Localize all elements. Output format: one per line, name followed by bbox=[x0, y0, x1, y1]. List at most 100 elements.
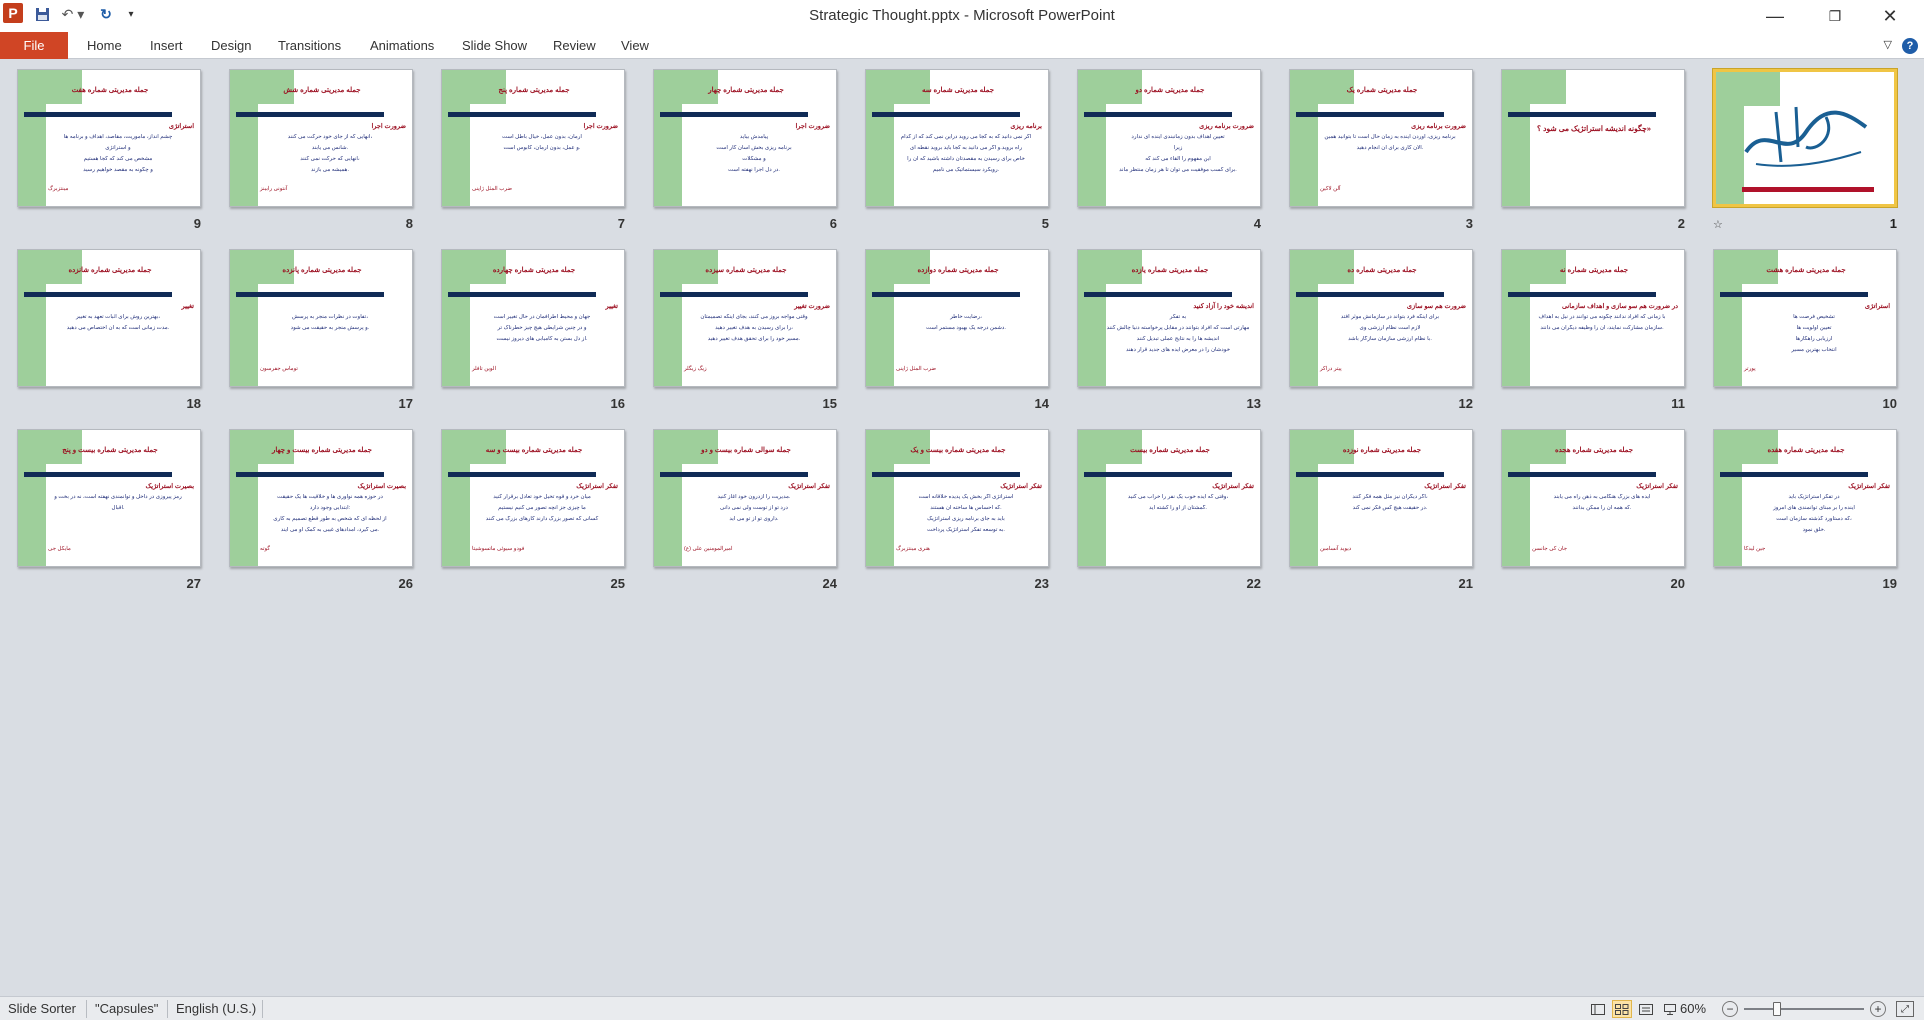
slide-frame: جمله مدیریتی شماره سیزده ضرورت تغییر وقتی … bbox=[653, 249, 837, 387]
slide-thumbnail[interactable]: جمله مدیریتی شماره دوازده رضایت خاطر، دشمن… bbox=[865, 249, 1049, 411]
slide-number: 1 bbox=[1889, 216, 1897, 231]
slide-thumbnail[interactable]: جمله مدیریتی شماره سیزده ضرورت تغییر وقتی … bbox=[653, 249, 837, 411]
slide-thumbnail[interactable]: جمله مدیریتی شماره ده ضرورت هم سو سازی برا… bbox=[1289, 249, 1473, 411]
slide-thumbnail[interactable]: جمله مدیریتی شماره یک ضرورت برنامه ریزی بر… bbox=[1289, 69, 1473, 231]
slide-thumbnail[interactable]: جمله مدیریتی شماره بیست و چهار بصیرت استر… bbox=[229, 429, 413, 591]
tab-view[interactable]: View bbox=[621, 38, 649, 53]
slide-thumbnail[interactable]: جمله مدیریتی شماره سه برنامه ریزی اگر نمی … bbox=[865, 69, 1049, 231]
slide-thumbnail[interactable]: جمله مدیریتی شماره هفده تفکر استراتژیک در … bbox=[1713, 429, 1897, 591]
zoom-out-button[interactable]: − bbox=[1722, 1001, 1738, 1017]
slide-text-line: رویکرد سیستماتیک می نامیم. bbox=[932, 167, 1000, 173]
slide-text-line: با نظام ارزشی سازمان سازگار باشد. bbox=[1348, 336, 1432, 342]
tab-home[interactable]: Home bbox=[87, 38, 122, 53]
tab-file[interactable]: File bbox=[0, 32, 68, 59]
slide-title: جمله مدیریتی شماره بیست و چهار bbox=[271, 447, 373, 454]
slide-text-line: برنامه ریزی بخش آسان کار است bbox=[716, 145, 792, 151]
slide-thumbnail[interactable]: جمله مدیریتی شماره نوزده تفکر استراتژیک اگ… bbox=[1289, 429, 1473, 591]
slide-thumbnail[interactable]: جمله مدیریتی شماره هجده تفکر استراتژیک اید… bbox=[1501, 429, 1685, 591]
slide-thumbnail[interactable]: جمله مدیریتی شماره پنج ضرورت اجرا آرمان، ب… bbox=[441, 69, 625, 231]
navy-divider bbox=[660, 472, 808, 477]
slide-author: جین لیدکا bbox=[1744, 546, 1766, 552]
tab-animations[interactable]: Animations bbox=[370, 38, 434, 53]
reading-view-icon[interactable] bbox=[1636, 1000, 1656, 1018]
slide-number: 5 bbox=[1041, 216, 1049, 231]
green-accent bbox=[230, 284, 258, 386]
ribbon-tabs: File Home Insert Design Transitions Anim… bbox=[0, 31, 1924, 59]
help-icon[interactable]: ? bbox=[1902, 38, 1918, 54]
slide-thumbnail[interactable]: جمله مدیریتی شماره یازده اندیشه خود را آز… bbox=[1077, 249, 1261, 411]
tab-design[interactable]: Design bbox=[211, 38, 251, 53]
slide-title: جمله مدیریتی شماره بیست bbox=[1130, 447, 1210, 454]
slide-text-line: رضایت خاطر، bbox=[950, 314, 982, 320]
slide-text-line: برای کسب موفقیت می توان تا هر زمان منتظر… bbox=[1119, 167, 1237, 173]
slide-transition-icon[interactable]: ☆ bbox=[1713, 218, 1723, 231]
slide-thumbnail[interactable]: جمله مدیریتی شماره نه در ضرورت هم سو سازی… bbox=[1501, 249, 1685, 411]
slide-text-line: میان خرد و قوه تخیل خود تعادل برقرار کنی… bbox=[493, 494, 591, 500]
slide-text-line: همیشه می بازند. bbox=[311, 167, 349, 173]
slide-author: مینتزبرگ bbox=[48, 186, 69, 192]
slide-number: 13 bbox=[1246, 396, 1261, 411]
zoom-slider-track[interactable] bbox=[1744, 1008, 1864, 1010]
navy-divider bbox=[24, 292, 172, 297]
zoom-level[interactable]: 60% bbox=[1680, 1001, 1706, 1016]
navy-divider bbox=[448, 472, 596, 477]
slide-thumbnail[interactable]: جمله مدیریتی شماره چهار ضرورت اجرا پیامدش … bbox=[653, 69, 837, 231]
slide-thumbnail[interactable]: جمله مدیریتی شماره هشت استراتژی تشخیص فرصت… bbox=[1713, 249, 1897, 411]
slide-thumbnail[interactable]: جمله مدیریتی شماره بیست و سه تفکر استراتژ… bbox=[441, 429, 625, 591]
status-language[interactable]: English (U.S.) bbox=[176, 1001, 256, 1016]
navy-divider bbox=[236, 292, 384, 297]
slide-thumbnail[interactable]: جمله مدیریتی شماره بیست و یک تفکر استراتژ… bbox=[865, 429, 1049, 591]
slide-frame: جمله مدیریتی شماره دوازده رضایت خاطر، دشمن… bbox=[865, 249, 1049, 387]
slide-frame bbox=[1713, 69, 1897, 207]
slide-thumbnail[interactable]: جمله مدیریتی شماره چهارده تغییر جهان و محی… bbox=[441, 249, 625, 411]
slide-thumbnail[interactable]: 1 ☆ bbox=[1713, 69, 1897, 231]
slide-frame: جمله مدیریتی شماره بیست و چهار بصیرت استر… bbox=[229, 429, 413, 567]
close-button[interactable]: ✕ bbox=[1870, 4, 1910, 28]
zoom-slider-thumb[interactable] bbox=[1773, 1002, 1782, 1016]
slide-text-line: شانس می یابند. bbox=[311, 145, 349, 151]
slide-thumbnail[interactable]: جمله سوالی شماره بیست و دو تفکر استراتژیک… bbox=[653, 429, 837, 591]
slide-text-line: در تفکر استراتژیک باید bbox=[1788, 494, 1840, 500]
tab-review[interactable]: Review bbox=[553, 38, 596, 53]
slide-subtitle: در ضرورت هم سو سازی و اهداف سازمانی bbox=[1562, 303, 1678, 310]
slide-thumbnail[interactable]: جمله مدیریتی شماره دو ضرورت برنامه ریزی تع… bbox=[1077, 69, 1261, 231]
slide-thumbnail[interactable]: جمله مدیریتی شماره بیست تفکر استراتژیک وقت… bbox=[1077, 429, 1261, 591]
slide-author: جان کی جانسن bbox=[1532, 546, 1568, 552]
zoom-in-button[interactable]: + bbox=[1870, 1001, 1886, 1017]
slide-thumbnail[interactable]: جمله مدیریتی شماره بیست و پنج بصیرت استرا… bbox=[17, 429, 201, 591]
slide-title: جمله سوالی شماره بیست و دو bbox=[701, 447, 791, 454]
slide-title: جمله مدیریتی شماره سه bbox=[921, 87, 995, 94]
slide-sorter-view-icon[interactable] bbox=[1612, 1000, 1632, 1018]
normal-view-icon[interactable] bbox=[1588, 1000, 1608, 1018]
slide-thumbnail[interactable]: چگونه اندیشه استراتژیک می شود ؟» 2 bbox=[1501, 69, 1685, 231]
tab-insert[interactable]: Insert bbox=[150, 38, 183, 53]
restore-button[interactable]: ❐ bbox=[1815, 4, 1855, 28]
slide-number: 24 bbox=[822, 576, 837, 591]
fit-to-window-icon[interactable]: ⤢ bbox=[1896, 1001, 1914, 1017]
slide-frame: جمله مدیریتی شماره یک ضرورت برنامه ریزی بر… bbox=[1289, 69, 1473, 207]
slide-thumbnail[interactable]: جمله مدیریتی شماره پانزده تفاوت در نظرات … bbox=[229, 249, 413, 411]
calligraphy-image bbox=[1744, 106, 1868, 167]
slide-frame: جمله مدیریتی شماره بیست و پنج بصیرت استرا… bbox=[17, 429, 201, 567]
slide-show-view-icon[interactable] bbox=[1660, 1000, 1680, 1018]
slide-author: آنتونی رابینز bbox=[260, 186, 288, 192]
slide-thumbnail[interactable]: جمله مدیریتی شماره هفت استراتژی چشم انداز،… bbox=[17, 69, 201, 231]
minimize-button[interactable]: — bbox=[1755, 4, 1795, 28]
slide-thumbnail[interactable]: جمله مدیریتی شماره شش ضرورت اجرا آنهایی که… bbox=[229, 69, 413, 231]
green-accent bbox=[18, 284, 46, 386]
slide-text-line: کسانی که تصور بزرگ دارند کارهای بزرگ می … bbox=[485, 516, 599, 522]
tab-slide-show[interactable]: Slide Show bbox=[462, 38, 527, 53]
slide-number: 2 bbox=[1677, 216, 1685, 231]
slide-thumbnail[interactable]: جمله مدیریتی شماره شانزده تغییر بهترین روش… bbox=[17, 249, 201, 411]
slide-text-line: مدت زمانی است که به آن اختصاص می دهید. bbox=[66, 325, 170, 331]
minimize-ribbon-icon[interactable]: ▽ bbox=[1884, 38, 1892, 54]
status-theme-name[interactable]: "Capsules" bbox=[95, 1001, 158, 1016]
slide-text-line: آنهایی که از جای خود حرکت می کنند، bbox=[287, 134, 373, 140]
tab-transitions[interactable]: Transitions bbox=[278, 38, 341, 53]
slide-text-line: برنامه ریزی، آوردن آینده به زمان حال است… bbox=[1324, 134, 1456, 140]
slide-frame: چگونه اندیشه استراتژیک می شود ؟» bbox=[1501, 69, 1685, 207]
slide-text-line: وقتی که ایده خوب یک نفر را خراب می کنید، bbox=[1127, 494, 1229, 500]
slide-frame: جمله مدیریتی شماره یازده اندیشه خود را آز… bbox=[1077, 249, 1261, 387]
slide-number: 9 bbox=[193, 216, 201, 231]
slide-text-line: از دل بستن به کامیابی های دیروز نیست. bbox=[496, 336, 588, 342]
